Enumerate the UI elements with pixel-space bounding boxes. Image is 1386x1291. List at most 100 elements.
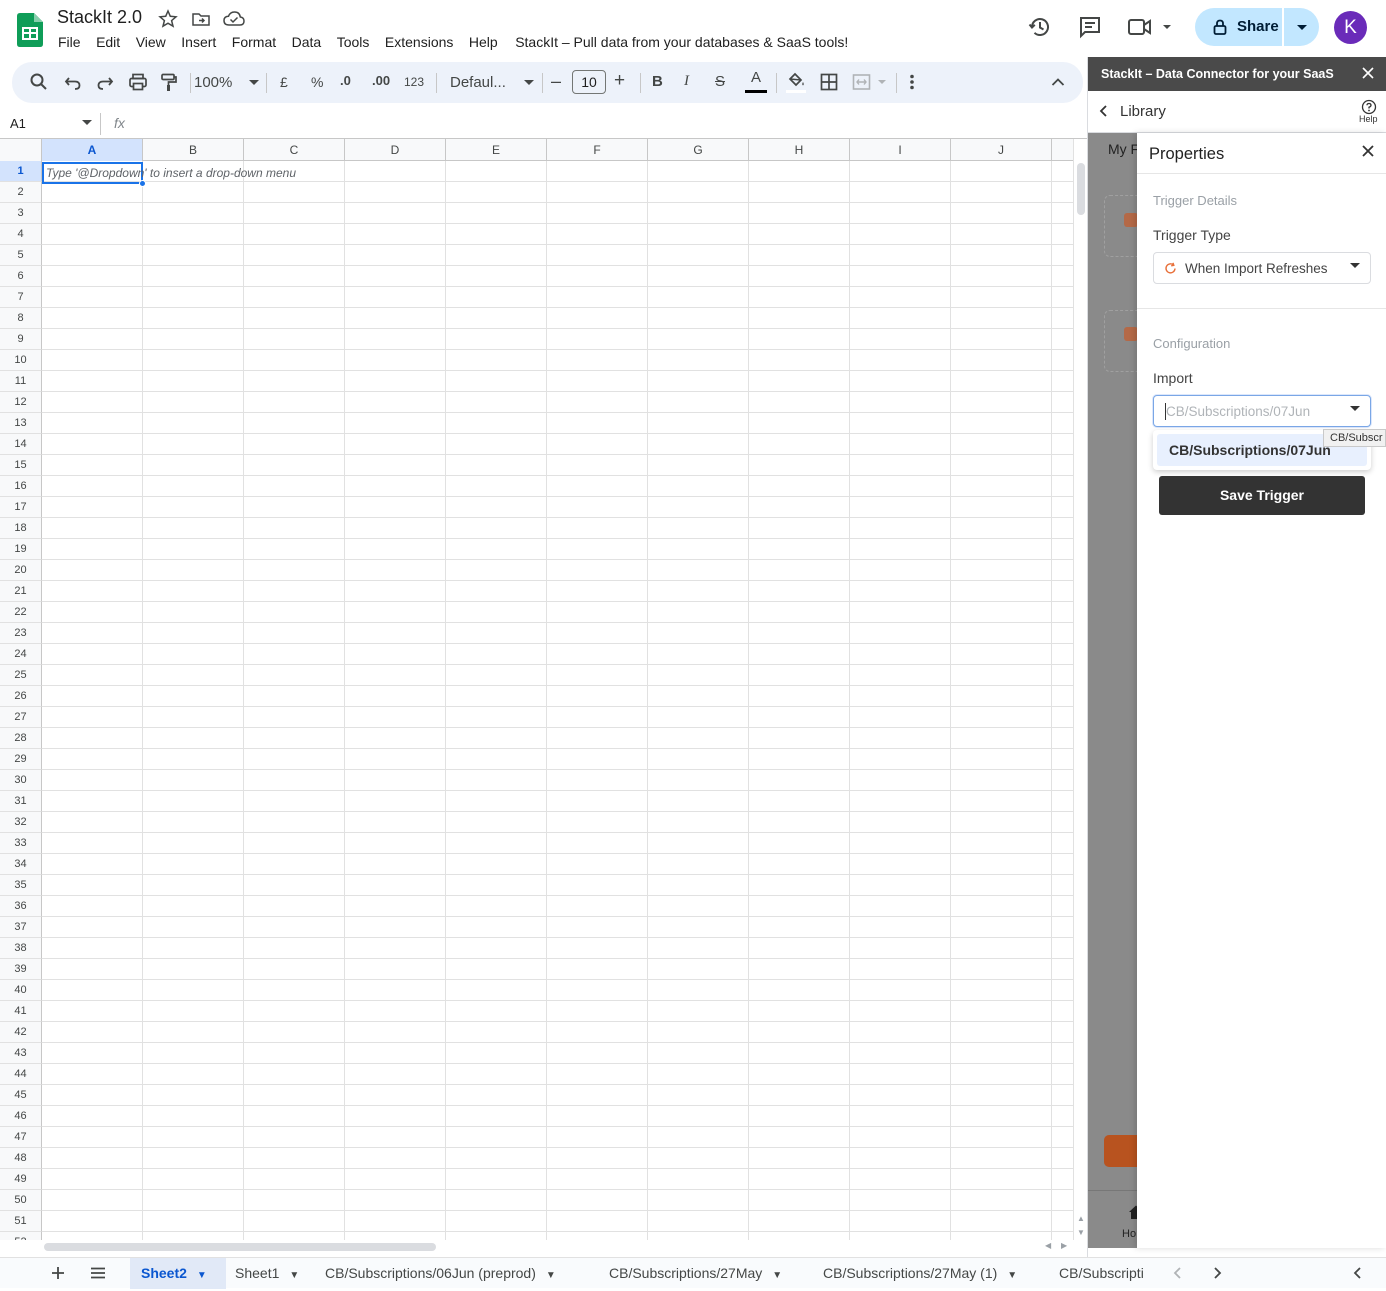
- version-history-icon[interactable]: [1028, 15, 1052, 39]
- decrease-decimal-button[interactable]: .0: [340, 73, 351, 95]
- import-select-input[interactable]: CB/Subscriptions/07Jun: [1153, 395, 1371, 427]
- row-header-25[interactable]: 25: [0, 665, 42, 686]
- scroll-right-arrow-icon[interactable]: ▶: [1061, 1241, 1067, 1250]
- paint-format-icon[interactable]: [160, 72, 178, 94]
- vertical-scrollbar[interactable]: ▲ ▼: [1073, 139, 1087, 1240]
- sidebar-close-icon[interactable]: [1361, 66, 1375, 80]
- menu-help[interactable]: Help: [469, 34, 498, 54]
- share-button[interactable]: Share: [1195, 8, 1319, 46]
- sheet-tab-sheet1[interactable]: Sheet1 ▼: [235, 1258, 299, 1289]
- column-header-a[interactable]: A: [42, 139, 143, 161]
- row-header-17[interactable]: 17: [0, 497, 42, 518]
- menu-file[interactable]: File: [58, 34, 81, 54]
- strikethrough-button[interactable]: S: [715, 73, 725, 95]
- row-header-22[interactable]: 22: [0, 602, 42, 623]
- print-icon[interactable]: [128, 72, 148, 94]
- row-header-21[interactable]: 21: [0, 581, 42, 602]
- column-header-b[interactable]: B: [143, 139, 244, 161]
- format-currency-button[interactable]: £: [280, 74, 288, 96]
- row-header-6[interactable]: 6: [0, 266, 42, 287]
- row-header-9[interactable]: 9: [0, 329, 42, 350]
- meet-video-icon[interactable]: [1127, 15, 1175, 39]
- row-header-14[interactable]: 14: [0, 434, 42, 455]
- search-menus-icon[interactable]: [30, 72, 48, 94]
- back-chevron-icon[interactable]: [1099, 103, 1109, 119]
- row-header-41[interactable]: 41: [0, 1001, 42, 1022]
- borders-icon[interactable]: [820, 72, 838, 94]
- row-header-23[interactable]: 23: [0, 623, 42, 644]
- row-header-4[interactable]: 4: [0, 224, 42, 245]
- column-header-g[interactable]: G: [648, 139, 749, 161]
- menu-view[interactable]: View: [136, 34, 166, 54]
- row-header-30[interactable]: 30: [0, 770, 42, 791]
- row-header-33[interactable]: 33: [0, 833, 42, 854]
- row-header-43[interactable]: 43: [0, 1043, 42, 1064]
- row-header-38[interactable]: 38: [0, 938, 42, 959]
- sheet-tab-cb-truncated[interactable]: CB/Subscripti: [1059, 1258, 1156, 1289]
- properties-close-icon[interactable]: [1361, 144, 1375, 158]
- sheet-tab-caret-icon[interactable]: ▼: [289, 1260, 299, 1291]
- row-header-26[interactable]: 26: [0, 686, 42, 707]
- row-header-13[interactable]: 13: [0, 413, 42, 434]
- sheet-tab-caret-icon[interactable]: ▼: [546, 1260, 556, 1291]
- row-header-50[interactable]: 50: [0, 1190, 42, 1211]
- format-percent-button[interactable]: %: [311, 74, 323, 96]
- import-dropdown-icon[interactable]: [1350, 406, 1360, 412]
- explore-panel-toggle-icon[interactable]: [1352, 1266, 1364, 1280]
- increase-font-size-button[interactable]: +: [614, 70, 625, 92]
- sheet-tab-caret-icon[interactable]: ▼: [1007, 1260, 1017, 1291]
- row-header-51[interactable]: 51: [0, 1211, 42, 1232]
- row-header-42[interactable]: 42: [0, 1022, 42, 1043]
- row-header-48[interactable]: 48: [0, 1148, 42, 1169]
- row-header-20[interactable]: 20: [0, 560, 42, 581]
- row-header-52[interactable]: 52: [0, 1232, 42, 1240]
- row-header-36[interactable]: 36: [0, 896, 42, 917]
- save-trigger-button[interactable]: Save Trigger: [1159, 476, 1365, 515]
- column-header-d[interactable]: D: [345, 139, 446, 161]
- row-header-45[interactable]: 45: [0, 1085, 42, 1106]
- row-header-11[interactable]: 11: [0, 371, 42, 392]
- row-header-1[interactable]: 1: [0, 161, 42, 182]
- column-header-j[interactable]: J: [951, 139, 1052, 161]
- fill-handle[interactable]: [139, 180, 146, 187]
- row-header-19[interactable]: 19: [0, 539, 42, 560]
- row-header-31[interactable]: 31: [0, 791, 42, 812]
- column-header-i[interactable]: I: [850, 139, 951, 161]
- row-header-10[interactable]: 10: [0, 350, 42, 371]
- more-options-icon[interactable]: [909, 72, 915, 94]
- star-icon[interactable]: [158, 9, 178, 29]
- text-color-button[interactable]: A: [745, 69, 767, 93]
- comments-icon[interactable]: [1078, 15, 1102, 39]
- menu-stackit-addon[interactable]: StackIt – Pull data from your databases …: [515, 34, 848, 54]
- bold-button[interactable]: B: [652, 73, 663, 95]
- font-select[interactable]: Defaul...: [450, 74, 535, 96]
- zoom-select[interactable]: 100%: [194, 74, 259, 96]
- cloud-saved-icon[interactable]: [223, 9, 245, 29]
- menu-extensions[interactable]: Extensions: [385, 34, 453, 54]
- increase-decimal-button[interactable]: .00: [372, 73, 390, 95]
- menu-format[interactable]: Format: [232, 34, 276, 54]
- help-label[interactable]: Help: [1359, 114, 1378, 124]
- row-header-34[interactable]: 34: [0, 854, 42, 875]
- sheet-tab-caret-icon[interactable]: ▼: [772, 1260, 782, 1291]
- account-avatar[interactable]: K: [1334, 11, 1367, 44]
- row-header-47[interactable]: 47: [0, 1127, 42, 1148]
- horizontal-scrollbar[interactable]: ◀ ▶: [42, 1240, 1087, 1254]
- row-header-27[interactable]: 27: [0, 707, 42, 728]
- row-header-5[interactable]: 5: [0, 245, 42, 266]
- row-header-37[interactable]: 37: [0, 917, 42, 938]
- scroll-left-arrow-icon[interactable]: ◀: [1045, 1241, 1051, 1250]
- select-all-corner[interactable]: [0, 139, 42, 161]
- row-header-2[interactable]: 2: [0, 182, 42, 203]
- row-header-24[interactable]: 24: [0, 644, 42, 665]
- collapse-menus-icon[interactable]: [1051, 72, 1065, 94]
- redo-icon[interactable]: [96, 72, 114, 94]
- share-options-chevron-icon[interactable]: [1296, 24, 1308, 31]
- sheet-tab-sheet2[interactable]: Sheet2 ▼: [130, 1258, 226, 1289]
- italic-button[interactable]: I: [684, 73, 689, 95]
- column-header-h[interactable]: H: [749, 139, 850, 161]
- add-sheet-icon[interactable]: [50, 1263, 66, 1283]
- sheet-tab-caret-icon[interactable]: ▼: [197, 1260, 207, 1291]
- more-formats-button[interactable]: 123: [404, 75, 424, 97]
- spreadsheet-grid[interactable]: ABCDEFGHIJ 1 2 3 4 5 6 7 8 9 10 11 12 13 14 15 16 17 18 19…: [0, 139, 1073, 1240]
